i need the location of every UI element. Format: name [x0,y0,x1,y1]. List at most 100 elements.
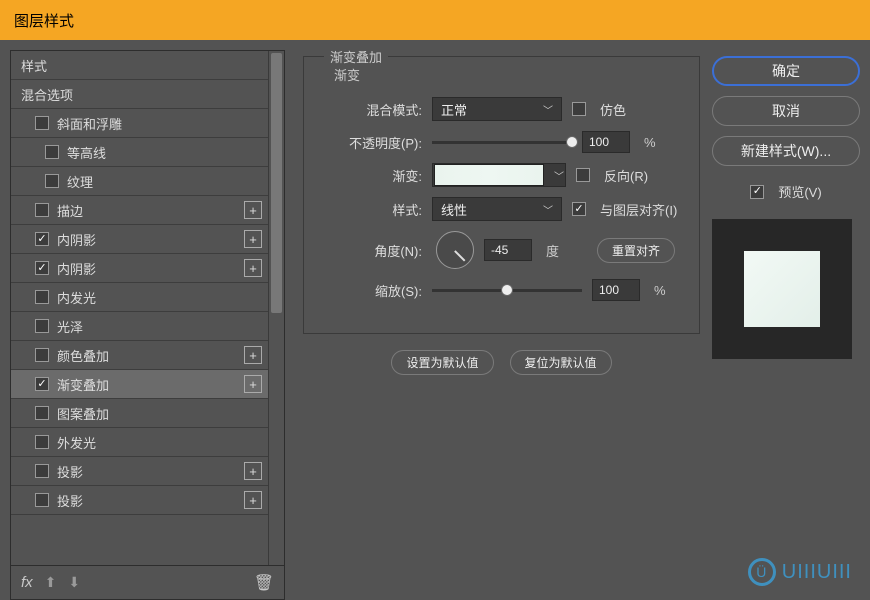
dither-label: 仿色 [600,100,626,119]
style-checkbox[interactable] [35,290,49,304]
add-effect-icon[interactable]: + [244,201,262,219]
opacity-slider[interactable] [432,132,572,152]
sidebar-scrollbar[interactable] [268,51,284,565]
sidebar-item-11[interactable]: 外发光 [11,428,284,457]
sidebar-blend-options[interactable]: 混合选项 [11,80,284,109]
add-effect-icon[interactable]: + [244,491,262,509]
opacity-label: 不透明度(P): [322,133,422,152]
sidebar-item-label: 颜色叠加 [57,346,109,365]
style-checkbox[interactable] [35,261,49,275]
sidebar-header-label: 样式 [21,56,47,75]
add-effect-icon[interactable]: + [244,462,262,480]
sidebar-item-4[interactable]: 内阴影 + [11,225,284,254]
style-list[interactable]: 样式 混合选项 斜面和浮雕等高线纹理描边+内阴影+内阴影+内发光光泽颜色叠加+渐… [11,51,284,565]
move-down-icon[interactable]: ⬇ [68,574,80,591]
reset-align-button[interactable]: 重置对齐 [597,238,675,263]
style-checkbox[interactable] [35,232,49,246]
dialog-body: 样式 混合选项 斜面和浮雕等高线纹理描边+内阴影+内阴影+内发光光泽颜色叠加+渐… [0,40,870,600]
style-checkbox[interactable] [35,377,49,391]
sidebar-item-5[interactable]: 内阴影+ [11,254,284,283]
sidebar-item-12[interactable]: 投影 + [11,457,284,486]
scale-label: 缩放(S): [322,281,422,300]
sidebar-item-2[interactable]: 纹理 [11,167,284,196]
align-label: 与图层对齐(I) [600,200,677,219]
sidebar-item-8[interactable]: 颜色叠加 + [11,341,284,370]
ok-button[interactable]: 确定 [712,56,860,86]
style-checkbox[interactable] [45,174,59,188]
sidebar-header[interactable]: 样式 [11,51,284,80]
sidebar-item-label: 斜面和浮雕 [57,114,122,133]
style-checkbox[interactable] [35,116,49,130]
sidebar-item-label: 光泽 [57,317,83,336]
blend-options-label: 混合选项 [21,85,73,104]
style-checkbox[interactable] [35,464,49,478]
sidebar-item-label: 投影 [57,462,83,481]
add-effect-icon[interactable]: + [244,346,262,364]
new-style-button[interactable]: 新建样式(W)... [712,136,860,166]
watermark-icon: Ü [748,558,776,586]
preview-checkbox[interactable] [750,185,764,199]
scrollbar-thumb[interactable] [271,53,282,313]
reverse-checkbox[interactable] [576,168,590,182]
sidebar-item-label: 图案叠加 [57,404,109,423]
preview-label: 预览(V) [778,182,821,201]
sidebar-item-0[interactable]: 斜面和浮雕 [11,109,284,138]
add-effect-icon[interactable]: + [244,230,262,248]
sidebar-item-label: 描边 [57,201,83,220]
sidebar-item-1[interactable]: 等高线 [11,138,284,167]
sidebar-item-6[interactable]: 内发光 [11,283,284,312]
style-checkbox[interactable] [35,203,49,217]
style-checkbox[interactable] [45,145,59,159]
sidebar-item-label: 内阴影 [57,230,96,249]
preview-box [712,219,852,359]
style-label: 样式: [322,200,422,219]
add-effect-icon[interactable]: + [244,259,262,277]
watermark: Ü UIIIUIII [748,558,852,586]
trash-icon[interactable]: 🗑 [254,573,274,593]
gradient-style-select[interactable]: 线性 ﹀ [432,197,562,221]
sidebar-item-13[interactable]: 投影+ [11,486,284,515]
group-title: 渐变叠加 [324,47,388,66]
chevron-down-icon: ﹀ [554,168,564,183]
right-panel: 确定 取消 新建样式(W)... 预览(V) [712,50,870,600]
window-title: 图层样式 [14,10,74,31]
sidebar-item-label: 等高线 [67,143,106,162]
opacity-input[interactable]: 100 [582,131,630,153]
reset-default-button[interactable]: 复位为默认值 [510,350,612,375]
sidebar-item-7[interactable]: 光泽 [11,312,284,341]
angle-unit: 度 [546,241,559,260]
gradient-label: 渐变: [322,166,422,185]
angle-dial[interactable] [436,231,474,269]
gradient-overlay-group: 渐变叠加 渐变 混合模式: 正常 ﹀ 仿色 不透明度(P): [303,56,700,334]
dither-checkbox[interactable] [572,102,586,116]
sidebar-item-9[interactable]: 渐变叠加+ [11,370,284,399]
opacity-unit: % [644,135,656,150]
set-default-button[interactable]: 设置为默认值 [391,350,493,375]
blend-mode-select[interactable]: 正常 ﹀ [432,97,562,121]
style-checkbox[interactable] [35,319,49,333]
sidebar-item-3[interactable]: 描边 + [11,196,284,225]
style-checkbox[interactable] [35,348,49,362]
scale-slider-thumb[interactable] [501,284,513,296]
add-effect-icon[interactable]: + [244,375,262,393]
angle-input[interactable]: -45 [484,239,532,261]
scale-input[interactable]: 100 [592,279,640,301]
titlebar[interactable]: 图层样式 [0,0,870,40]
align-checkbox[interactable] [572,202,586,216]
blend-mode-value: 正常 [441,100,467,119]
style-checkbox[interactable] [35,493,49,507]
move-up-icon[interactable]: ⬆ [45,574,57,591]
gradient-swatch [434,164,544,186]
gradient-picker[interactable]: ﹀ [432,163,566,187]
style-checkbox[interactable] [35,406,49,420]
cancel-button[interactable]: 取消 [712,96,860,126]
opacity-slider-thumb[interactable] [566,136,578,148]
style-checkbox[interactable] [35,435,49,449]
sidebar-item-10[interactable]: 图案叠加 [11,399,284,428]
chevron-down-icon: ﹀ [543,102,553,117]
sidebar-footer: fx ⬆ ⬇ 🗑 [11,565,284,599]
gradient-style-value: 线性 [441,200,467,219]
fx-icon[interactable]: fx [21,574,33,591]
scale-slider[interactable] [432,280,582,300]
layer-style-dialog: 图层样式 样式 混合选项 斜面和浮雕等高线纹理描边+内阴影+内阴影+内发光光泽颜… [0,0,870,600]
